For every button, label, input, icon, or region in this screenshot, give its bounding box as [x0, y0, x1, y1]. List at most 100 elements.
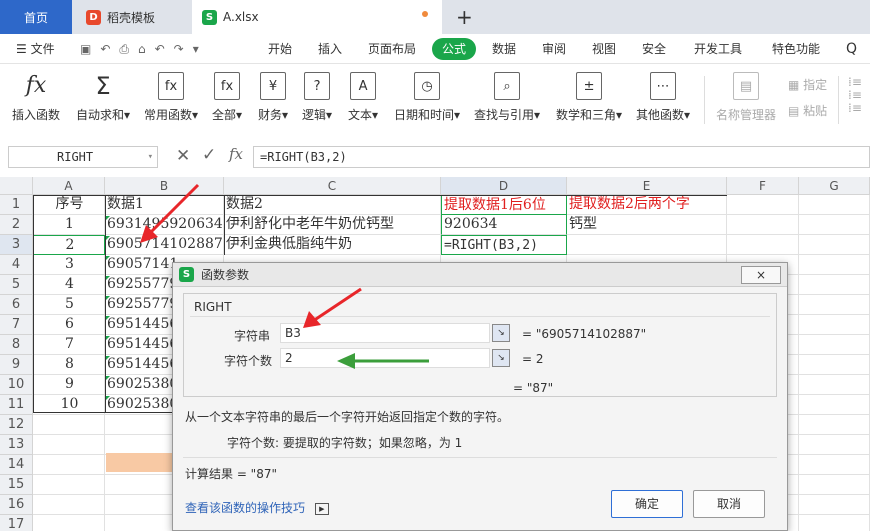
cell-c3[interactable]: 伊利金典低脂纯牛奶	[224, 235, 441, 255]
logical-button[interactable]: ? 逻辑▾	[302, 72, 332, 123]
ok-button[interactable]: 确定	[611, 490, 683, 518]
column-header-f[interactable]: F	[727, 177, 799, 195]
file-menu[interactable]: ☰ 文件	[16, 34, 55, 64]
cell-a1[interactable]: 序号	[33, 195, 105, 215]
name-box[interactable]: RIGHT ▾	[8, 146, 158, 168]
search-icon[interactable]: Q	[846, 34, 857, 64]
menu-security[interactable]: 安全	[642, 34, 666, 64]
grid-cell[interactable]	[727, 195, 799, 215]
row-header-17[interactable]: 17	[0, 515, 33, 531]
tab-docer-templates[interactable]: D 稻壳模板	[74, 0, 190, 34]
grid-cell[interactable]	[799, 215, 870, 235]
grid-cell[interactable]	[799, 335, 870, 355]
row-header-3[interactable]: 3	[0, 235, 33, 255]
cell-a7[interactable]: 6	[33, 315, 105, 335]
row-header-13[interactable]: 13	[0, 435, 33, 455]
autosum-button[interactable]: Σ 自动求和▾	[76, 72, 130, 123]
column-header-e[interactable]: E	[567, 177, 727, 195]
menu-formulas[interactable]: 公式	[432, 38, 477, 60]
grid-cell[interactable]	[799, 455, 870, 475]
cell-d1[interactable]: 提取数据1后6位	[441, 195, 567, 215]
menu-review[interactable]: 审阅	[542, 34, 566, 64]
grid-cell[interactable]	[799, 315, 870, 335]
row-header-12[interactable]: 12	[0, 415, 33, 435]
row-header-9[interactable]: 9	[0, 355, 33, 375]
grid-cell[interactable]	[799, 195, 870, 215]
cell-a9[interactable]: 8	[33, 355, 105, 375]
cell-a6[interactable]: 5	[33, 295, 105, 315]
cell-a4[interactable]: 3	[33, 255, 105, 275]
row-header-10[interactable]: 10	[0, 375, 33, 395]
menu-page-layout[interactable]: 页面布局	[368, 34, 416, 64]
grid-cell[interactable]	[33, 515, 105, 531]
grid-cell[interactable]	[33, 415, 105, 435]
grid-cell[interactable]	[799, 435, 870, 455]
new-tab-button[interactable]: +	[456, 5, 473, 29]
row-header-4[interactable]: 4	[0, 255, 33, 275]
all-functions-button[interactable]: fx 全部▾	[212, 72, 242, 123]
grid-cell[interactable]	[727, 235, 799, 255]
row-header-15[interactable]: 15	[0, 475, 33, 495]
row-header-8[interactable]: 8	[0, 335, 33, 355]
menu-special[interactable]: 特色功能	[772, 34, 820, 64]
row-header-16[interactable]: 16	[0, 495, 33, 515]
cell-e2[interactable]: 钙型	[567, 215, 727, 235]
grid-cell[interactable]	[799, 515, 870, 531]
cell-d3[interactable]: =RIGHT(B3,2)	[441, 235, 567, 255]
grid-cell[interactable]	[799, 255, 870, 275]
dialog-title-bar[interactable]: S 函数参数 ×	[173, 263, 787, 287]
cell-e1[interactable]: 提取数据2后两个字	[567, 195, 727, 215]
cell-a3[interactable]: 2	[33, 235, 105, 255]
grid-cell[interactable]	[33, 435, 105, 455]
formula-input[interactable]: =RIGHT(B3,2)	[253, 146, 870, 168]
menu-view[interactable]: 视图	[592, 34, 616, 64]
name-manager-button[interactable]: ▤ 名称管理器	[716, 72, 776, 123]
date-time-button[interactable]: ◷ 日期和时间▾	[394, 72, 460, 123]
cell-c2[interactable]: 伊利舒化中老年牛奶优钙型	[224, 215, 441, 235]
row-header-2[interactable]: 2	[0, 215, 33, 235]
lookup-reference-button[interactable]: ⌕ 查找与引用▾	[474, 72, 540, 123]
column-header-a[interactable]: A	[33, 177, 105, 195]
paste-names-button[interactable]: ▤ 粘贴	[788, 102, 827, 119]
cell-a10[interactable]: 9	[33, 375, 105, 395]
grid-cell[interactable]	[799, 375, 870, 395]
fx-icon[interactable]: fx	[229, 145, 243, 163]
chevron-down-icon[interactable]: ▾	[148, 147, 153, 167]
cancel-x-icon[interactable]: ✕	[176, 146, 190, 166]
grid-cell[interactable]	[799, 395, 870, 415]
cell-c1[interactable]: 数据2	[224, 195, 441, 215]
insert-function-button[interactable]: fx 插入函数	[12, 72, 60, 123]
row-header-11[interactable]: 11	[0, 395, 33, 415]
cell-a2[interactable]: 1	[33, 215, 105, 235]
column-header-d[interactable]: D	[441, 177, 567, 195]
select-all-corner[interactable]	[0, 177, 33, 195]
common-functions-button[interactable]: fx 常用函数▾	[144, 72, 198, 123]
row-header-6[interactable]: 6	[0, 295, 33, 315]
text-functions-button[interactable]: A 文本▾	[348, 72, 378, 123]
grid-cell[interactable]	[799, 275, 870, 295]
cell-a8[interactable]: 7	[33, 335, 105, 355]
cell-a5[interactable]: 4	[33, 275, 105, 295]
tab-home[interactable]: 首页	[0, 0, 72, 34]
confirm-check-icon[interactable]: ✓	[202, 145, 216, 165]
grid-cell[interactable]	[799, 235, 870, 255]
arg1-range-select-icon[interactable]: ↘	[492, 324, 510, 342]
row-header-5[interactable]: 5	[0, 275, 33, 295]
row-header-7[interactable]: 7	[0, 315, 33, 335]
help-link[interactable]: 查看该函数的操作技巧 ▶	[185, 499, 329, 516]
menu-insert[interactable]: 插入	[318, 34, 342, 64]
arg2-range-select-icon[interactable]: ↘	[492, 349, 510, 367]
grid-cell[interactable]	[33, 455, 105, 475]
row-header-14[interactable]: 14	[0, 455, 33, 475]
menu-data[interactable]: 数据	[492, 34, 516, 64]
specify-button[interactable]: ▦ 指定	[788, 76, 827, 93]
math-trig-button[interactable]: ± 数学和三角▾	[556, 72, 622, 123]
menu-developer[interactable]: 开发工具	[694, 34, 742, 64]
column-header-g[interactable]: G	[799, 177, 870, 195]
grid-cell[interactable]	[799, 415, 870, 435]
tab-file[interactable]: S A.xlsx	[192, 0, 442, 34]
grid-cell[interactable]	[33, 475, 105, 495]
cell-e3[interactable]	[567, 235, 727, 255]
close-button[interactable]: ×	[741, 266, 781, 284]
cell-d2[interactable]: 920634	[441, 215, 567, 235]
